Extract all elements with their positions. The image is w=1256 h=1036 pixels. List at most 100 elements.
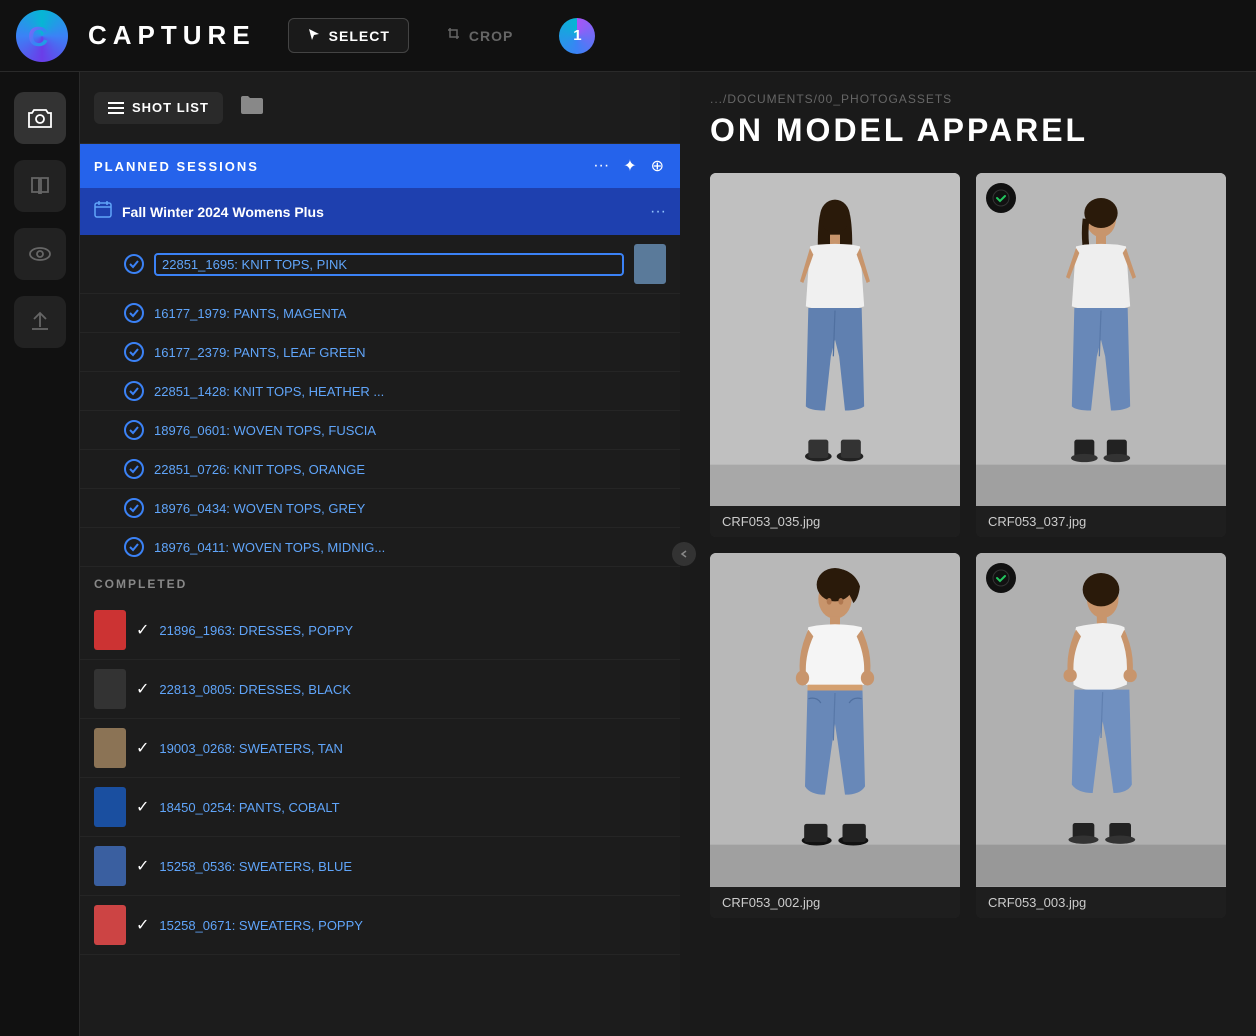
icon-sidebar bbox=[0, 72, 80, 1036]
collapse-panel-button[interactable] bbox=[672, 542, 696, 566]
session-more-btn[interactable]: ··· bbox=[650, 203, 666, 221]
completed-item-2[interactable]: ✓ 22813_0805: DRESSES, BLACK bbox=[80, 660, 680, 719]
select-tool-button[interactable]: SELECT bbox=[288, 18, 409, 53]
topbar: C CAPTURE SELECT CROP 1 bbox=[0, 0, 1256, 72]
shot-name-5: 18976_0601: WOVEN TOPS, FUSCIA bbox=[154, 423, 666, 438]
notification-badge[interactable]: 1 bbox=[559, 18, 595, 54]
main-layout: SHOT LIST PLANNED SESSIONS ··· ✦ ⊕ bbox=[0, 72, 1256, 1036]
svg-text:C: C bbox=[28, 21, 48, 52]
shot-check-8 bbox=[124, 537, 144, 557]
completed-item-1[interactable]: ✓ 21896_1963: DRESSES, POPPY bbox=[80, 601, 680, 660]
completed-name-1: 21896_1963: DRESSES, POPPY bbox=[159, 623, 666, 638]
completed-thumb-5 bbox=[94, 846, 126, 886]
sessions-add-btn[interactable]: ⊕ bbox=[649, 154, 666, 178]
shot-list-button[interactable]: SHOT LIST bbox=[94, 92, 223, 124]
shot-check-1 bbox=[124, 254, 144, 274]
photo-img-3 bbox=[710, 553, 960, 886]
shot-name-2: 16177_1979: PANTS, MAGENTA bbox=[154, 306, 666, 321]
shot-list-label: SHOT LIST bbox=[132, 100, 209, 115]
completed-check-1: ✓ bbox=[136, 620, 149, 640]
completed-item-5[interactable]: ✓ 15258_0536: SWEATERS, BLUE bbox=[80, 837, 680, 896]
completed-name-2: 22813_0805: DRESSES, BLACK bbox=[159, 682, 666, 697]
sidebar-eye-btn[interactable] bbox=[14, 228, 66, 280]
completed-section-header: COMPLETED bbox=[80, 567, 680, 601]
shot-item-6[interactable]: 22851_0726: KNIT TOPS, ORANGE bbox=[80, 450, 680, 489]
shot-item-7[interactable]: 18976_0434: WOVEN TOPS, GREY bbox=[80, 489, 680, 528]
shot-panel: SHOT LIST PLANNED SESSIONS ··· ✦ ⊕ bbox=[80, 72, 680, 1036]
shot-item-1[interactable]: 22851_1695: KNIT TOPS, PINK bbox=[80, 235, 680, 294]
completed-name-5: 15258_0536: SWEATERS, BLUE bbox=[159, 859, 666, 874]
crop-icon bbox=[447, 27, 461, 44]
shot-check-6 bbox=[124, 459, 144, 479]
sidebar-camera-btn[interactable] bbox=[14, 92, 66, 144]
photo-card-3[interactable]: CRF053_002.jpg bbox=[710, 553, 960, 917]
completed-thumb-3 bbox=[94, 728, 126, 768]
panel-header: SHOT LIST bbox=[80, 72, 680, 144]
photo-label-1: CRF053_035.jpg bbox=[710, 506, 960, 537]
sessions-actions: ··· ✦ ⊕ bbox=[591, 154, 666, 178]
shot-check-4 bbox=[124, 381, 144, 401]
shot-name-7: 18976_0434: WOVEN TOPS, GREY bbox=[154, 501, 666, 516]
photo-label-4: CRF053_003.jpg bbox=[976, 887, 1226, 918]
completed-item-4[interactable]: ✓ 18450_0254: PANTS, COBALT bbox=[80, 778, 680, 837]
shot-check-2 bbox=[124, 303, 144, 323]
completed-check-3: ✓ bbox=[136, 738, 149, 758]
photo-card-4[interactable]: CRF053_003.jpg bbox=[976, 553, 1226, 917]
app-logo: C bbox=[16, 10, 68, 62]
photo-img-2 bbox=[976, 173, 1226, 506]
session-item[interactable]: Fall Winter 2024 Womens Plus ··· bbox=[80, 188, 680, 235]
shot-name-6: 22851_0726: KNIT TOPS, ORANGE bbox=[154, 462, 666, 477]
calendar-icon bbox=[94, 200, 112, 223]
shot-item-8[interactable]: 18976_0411: WOVEN TOPS, MIDNIG... bbox=[80, 528, 680, 567]
photo-img-4 bbox=[976, 553, 1226, 886]
completed-item-3[interactable]: ✓ 19003_0268: SWEATERS, TAN bbox=[80, 719, 680, 778]
shot-check-7 bbox=[124, 498, 144, 518]
main-content: .../DOCUMENTS/00_PHOTOGASSETS ON MODEL A… bbox=[680, 72, 1256, 1036]
session-name: Fall Winter 2024 Womens Plus bbox=[122, 204, 640, 220]
photo-card-2[interactable]: CRF053_037.jpg bbox=[976, 173, 1226, 537]
shot-item-4[interactable]: 22851_1428: KNIT TOPS, HEATHER ... bbox=[80, 372, 680, 411]
shot-item-3[interactable]: 16177_2379: PANTS, LEAF GREEN bbox=[80, 333, 680, 372]
crop-tool-button[interactable]: CROP bbox=[429, 19, 531, 52]
notification-count: 1 bbox=[573, 27, 581, 44]
folder-button[interactable] bbox=[233, 88, 271, 127]
photo-card-1[interactable]: CRF053_035.jpg bbox=[710, 173, 960, 537]
shot-name-3: 16177_2379: PANTS, LEAF GREEN bbox=[154, 345, 666, 360]
photo-label-3: CRF053_002.jpg bbox=[710, 887, 960, 918]
completed-name-3: 19003_0268: SWEATERS, TAN bbox=[159, 741, 666, 756]
cursor-icon bbox=[307, 27, 321, 44]
shot-name-8: 18976_0411: WOVEN TOPS, MIDNIG... bbox=[154, 540, 666, 555]
select-label: SELECT bbox=[329, 28, 390, 44]
completed-name-4: 18450_0254: PANTS, COBALT bbox=[159, 800, 666, 815]
completed-check-2: ✓ bbox=[136, 679, 149, 699]
shot-check-5 bbox=[124, 420, 144, 440]
sidebar-book-btn[interactable] bbox=[14, 160, 66, 212]
completed-check-5: ✓ bbox=[136, 856, 149, 876]
photo-grid: CRF053_035.jpg bbox=[710, 173, 1226, 918]
sidebar-upload-btn[interactable] bbox=[14, 296, 66, 348]
completed-thumb-6 bbox=[94, 905, 126, 945]
shot-name-4: 22851_1428: KNIT TOPS, HEATHER ... bbox=[154, 384, 666, 399]
completed-thumb-1 bbox=[94, 610, 126, 650]
sessions-title: PLANNED SESSIONS bbox=[94, 159, 259, 174]
shot-list: 22851_1695: KNIT TOPS, PINK 16177_1979: … bbox=[80, 235, 680, 1036]
shot-item-2[interactable]: 16177_1979: PANTS, MAGENTA bbox=[80, 294, 680, 333]
check-overlay-2 bbox=[986, 183, 1016, 213]
sessions-more-btn[interactable]: ··· bbox=[591, 155, 611, 177]
shot-check-3 bbox=[124, 342, 144, 362]
completed-thumb-4 bbox=[94, 787, 126, 827]
completed-thumb-2 bbox=[94, 669, 126, 709]
shot-name-1: 22851_1695: KNIT TOPS, PINK bbox=[154, 253, 624, 276]
app-title: CAPTURE bbox=[88, 20, 256, 51]
shot-thumb-1 bbox=[634, 244, 666, 284]
page-title: ON MODEL APPAREL bbox=[710, 112, 1226, 149]
sessions-star-btn[interactable]: ✦ bbox=[621, 154, 638, 178]
sessions-header: PLANNED SESSIONS ··· ✦ ⊕ bbox=[80, 144, 680, 188]
completed-item-6[interactable]: ✓ 15258_0671: SWEATERS, POPPY bbox=[80, 896, 680, 955]
breadcrumb: .../DOCUMENTS/00_PHOTOGASSETS bbox=[710, 92, 1226, 106]
completed-check-6: ✓ bbox=[136, 915, 149, 935]
shot-item-5[interactable]: 18976_0601: WOVEN TOPS, FUSCIA bbox=[80, 411, 680, 450]
photo-label-2: CRF053_037.jpg bbox=[976, 506, 1226, 537]
photo-img-1 bbox=[710, 173, 960, 506]
completed-check-4: ✓ bbox=[136, 797, 149, 817]
